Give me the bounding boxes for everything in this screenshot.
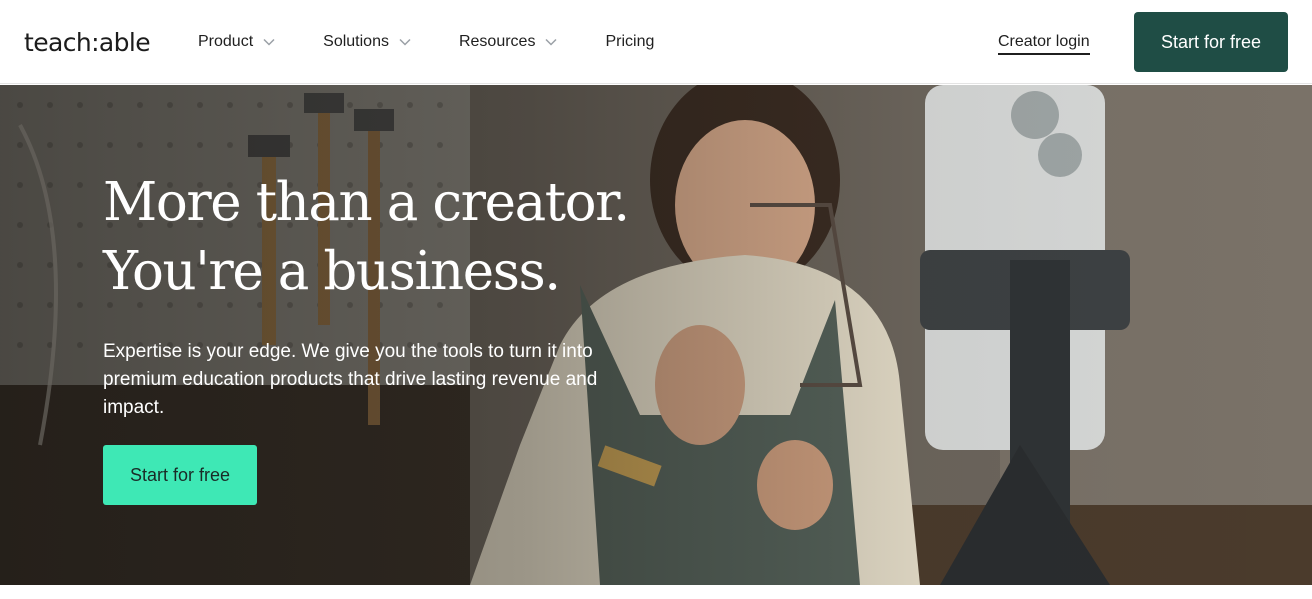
site-header: teach:able Product Solutions Resources P… [0,0,1312,84]
hero-title-line-2: You're a business. [103,241,561,302]
hero-section: More than a creator. You're a business. … [0,85,1312,585]
hero-image-overlay [0,85,1312,585]
nav-item-pricing[interactable]: Pricing [605,33,654,51]
nav-item-label: Solutions [323,33,389,50]
chevron-down-icon [545,38,557,46]
nav-item-label: Pricing [605,33,655,50]
nav-item-product[interactable]: Product [198,33,275,51]
chevron-down-icon [399,38,411,46]
hero-subtitle: Expertise is your edge. We give you the … [103,341,598,418]
hero-title: More than a creator. You're a business. [103,168,723,306]
nav-item-resources[interactable]: Resources [459,33,557,51]
teachable-logo[interactable]: teach:able [24,27,151,59]
nav-item-solutions[interactable]: Solutions [323,33,411,51]
hero-title-line-1: More than a creator. [103,172,630,233]
nav-item-label: Resources [458,33,536,50]
creator-login-link[interactable]: Creator login [998,33,1090,55]
start-for-free-hero-button[interactable]: Start for free [103,445,257,505]
nav-item-label: Product [198,33,254,50]
start-for-free-header-button[interactable]: Start for free [1134,12,1288,72]
main-nav: Product Solutions Resources Pricing [198,0,702,84]
chevron-down-icon [263,38,275,46]
